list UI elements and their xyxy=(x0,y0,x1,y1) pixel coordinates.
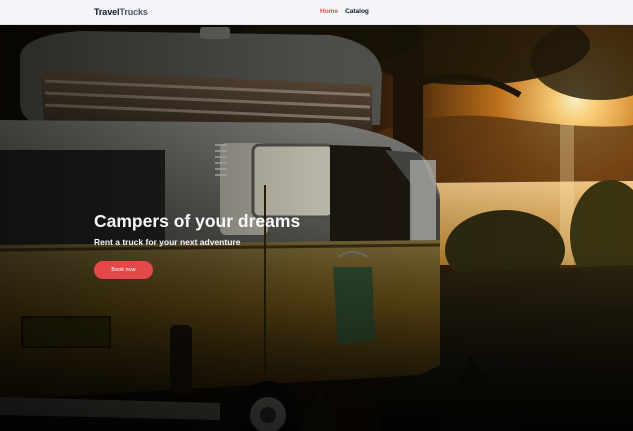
hero-title: Campers of your dreams xyxy=(94,211,301,231)
logo[interactable]: TravelTrucks xyxy=(94,7,148,17)
main-nav: Home Catalog xyxy=(320,8,369,16)
hero-section: Campers of your dreams Rent a truck for … xyxy=(0,25,633,431)
logo-part-trucks: Trucks xyxy=(119,7,148,17)
nav-link-catalog[interactable]: Catalog xyxy=(345,8,369,16)
nav-link-home[interactable]: Home xyxy=(320,8,338,16)
book-now-button[interactable]: Book now xyxy=(94,261,153,279)
site-header: TravelTrucks Home Catalog xyxy=(0,0,633,25)
hero-subtitle: Rent a truck for your next adventure xyxy=(94,237,241,247)
logo-part-travel: Travel xyxy=(94,7,120,17)
